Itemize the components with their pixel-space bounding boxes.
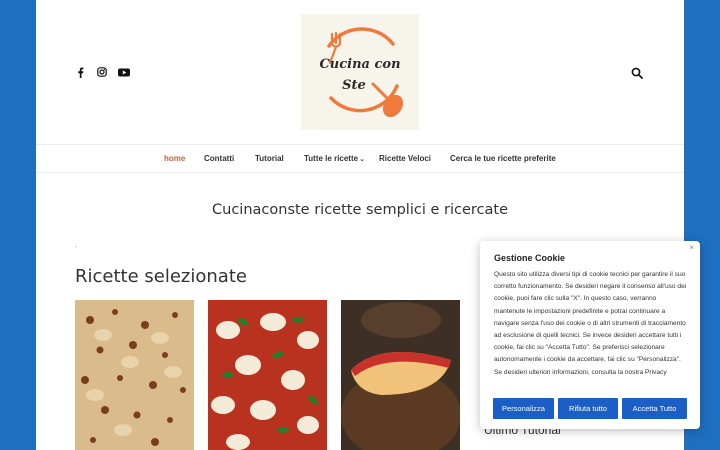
customize-button[interactable]: Personalizza (493, 398, 554, 419)
nav-item-tutte-label: Tutte le ricette (304, 154, 359, 163)
close-icon[interactable]: × (689, 243, 694, 252)
recipe-card-image[interactable] (341, 300, 460, 450)
instagram-icon[interactable] (96, 66, 108, 78)
nav-item-cerca[interactable]: Cerca le tue ricette preferite (450, 154, 556, 163)
chevron-down-icon: ⌄ (359, 156, 365, 163)
main-nav: home Contatti Tutorial Tutte le ricette⌄… (36, 144, 684, 173)
logo-graphic (327, 27, 404, 118)
focaccia-image (75, 300, 194, 450)
cookie-dialog: × Gestione Cookie Questo sito utilizza d… (480, 241, 700, 429)
site-logo[interactable]: Cucina con Ste (301, 14, 419, 130)
youtube-icon[interactable] (118, 66, 130, 78)
accept-all-button[interactable]: Accetta Tutto (622, 398, 687, 419)
reject-all-button[interactable]: Rifiuta tutto (558, 398, 618, 419)
cookie-text: Questo sito utilizza diversi tipi di coo… (494, 271, 687, 376)
search-icon[interactable] (631, 66, 643, 79)
social-links (74, 66, 130, 78)
peach-dessert-image (341, 300, 460, 450)
nav-item-contatti[interactable]: Contatti (204, 154, 234, 163)
logo-line1: Cucina con (319, 57, 401, 72)
site-tagline: Cucinaconste ricette semplici e ricercat… (212, 202, 508, 218)
recipe-card-image[interactable] (75, 300, 194, 450)
logo-line2: Ste (342, 78, 366, 93)
section-title: Ricette selezionate (75, 266, 247, 287)
pizza-image (208, 300, 327, 450)
recipe-card-image[interactable] (208, 300, 327, 450)
nav-item-tutte-le-ricette[interactable]: Tutte le ricette⌄ (304, 154, 365, 163)
breadcrumb-dash: - (75, 244, 78, 251)
facebook-icon[interactable] (74, 66, 86, 78)
nav-item-home[interactable]: home (164, 154, 185, 163)
nav-item-ricette-veloci[interactable]: Ricette Veloci (379, 154, 431, 163)
cookie-title: Gestione Cookie (494, 253, 566, 263)
nav-item-tutorial[interactable]: Tutorial (255, 154, 284, 163)
